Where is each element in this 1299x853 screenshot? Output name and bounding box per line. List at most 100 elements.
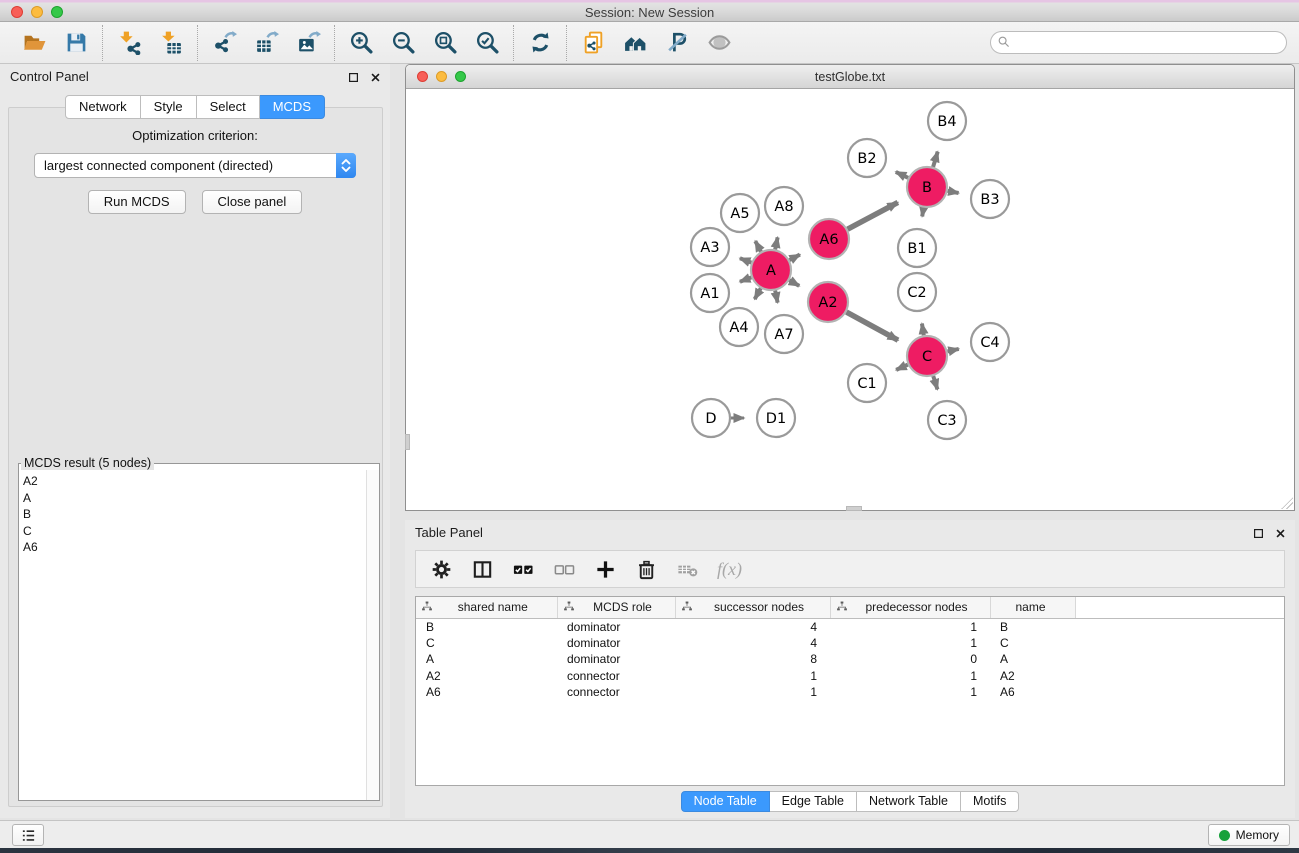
- tab-select[interactable]: Select: [197, 95, 260, 119]
- node-B2[interactable]: B2: [848, 139, 886, 177]
- table-cell[interactable]: 8: [675, 651, 830, 668]
- save-floppy-button[interactable]: [61, 28, 91, 58]
- edge-C-C1[interactable]: [896, 365, 908, 370]
- node-B[interactable]: B: [907, 167, 947, 207]
- import-network-button[interactable]: [114, 28, 144, 58]
- log-console-button[interactable]: [12, 824, 44, 846]
- network-vertical-scroll-thumb[interactable]: [405, 434, 410, 450]
- table-cell[interactable]: 1: [830, 668, 990, 685]
- zoom-out-button[interactable]: [388, 28, 418, 58]
- import-table-button[interactable]: [156, 28, 186, 58]
- node-B3[interactable]: B3: [971, 180, 1009, 218]
- mcds-result-item[interactable]: B: [23, 506, 366, 523]
- hide-graphics-details-button[interactable]: [662, 28, 692, 58]
- tab-style[interactable]: Style: [141, 95, 197, 119]
- node-A3[interactable]: A3: [691, 228, 729, 266]
- node-C[interactable]: C: [907, 336, 947, 376]
- float-panel-icon[interactable]: [1253, 526, 1264, 544]
- edge-B-B1[interactable]: [922, 208, 923, 217]
- table-cell[interactable]: 1: [830, 618, 990, 635]
- table-row[interactable]: Adominator80A: [416, 651, 1284, 668]
- edge-A-A5[interactable]: [755, 241, 761, 251]
- table-cell[interactable]: 1: [675, 684, 830, 701]
- zoom-selected-button[interactable]: [472, 28, 502, 58]
- tab-edge-table[interactable]: Edge Table: [770, 791, 857, 812]
- mcds-result-item[interactable]: A2: [23, 473, 366, 490]
- node-A[interactable]: A: [751, 250, 791, 290]
- node-B4[interactable]: B4: [928, 102, 966, 140]
- column-header-shared-name[interactable]: shared name: [416, 597, 557, 618]
- select-all-button[interactable]: [510, 556, 536, 582]
- table-cell[interactable]: 0: [830, 651, 990, 668]
- edge-A-A7[interactable]: [775, 291, 777, 303]
- edge-A-A2[interactable]: [789, 280, 799, 286]
- eye-button[interactable]: [704, 28, 734, 58]
- table-cell[interactable]: C: [990, 635, 1075, 652]
- optimization-criterion-select[interactable]: largest connected component (directed): [34, 153, 356, 178]
- delete-row-button[interactable]: [633, 556, 659, 582]
- table-cell[interactable]: 4: [675, 618, 830, 635]
- table-cell[interactable]: A6: [416, 684, 557, 701]
- table-cell[interactable]: 1: [675, 668, 830, 685]
- column-header-MCDS-role[interactable]: MCDS role: [557, 597, 675, 618]
- node-D[interactable]: D: [692, 399, 730, 437]
- edge-A2-C[interactable]: [846, 312, 898, 340]
- edge-A-A4[interactable]: [755, 288, 761, 299]
- columns-button[interactable]: [469, 556, 495, 582]
- table-cell[interactable]: C: [416, 635, 557, 652]
- mcds-result-list[interactable]: A2ABCA6: [19, 472, 366, 800]
- table-row[interactable]: Bdominator41B: [416, 618, 1284, 635]
- settings-button[interactable]: [428, 556, 454, 582]
- node-A1[interactable]: A1: [691, 274, 729, 312]
- table-cell[interactable]: connector: [557, 668, 675, 685]
- table-cell[interactable]: dominator: [557, 635, 675, 652]
- refresh-button[interactable]: [525, 28, 555, 58]
- table-cell[interactable]: A: [990, 651, 1075, 668]
- mcds-result-item[interactable]: A: [23, 490, 366, 507]
- node-A7[interactable]: A7: [765, 315, 803, 353]
- tab-motifs[interactable]: Motifs: [961, 791, 1019, 812]
- node-C1[interactable]: C1: [848, 364, 886, 402]
- mcds-result-scrollbar[interactable]: [366, 470, 379, 800]
- tab-node-table[interactable]: Node Table: [681, 791, 770, 812]
- zoom-fit-button[interactable]: [430, 28, 460, 58]
- table-cell[interactable]: A: [416, 651, 557, 668]
- edge-C-C2[interactable]: [922, 324, 924, 336]
- float-panel-icon[interactable]: [348, 70, 359, 88]
- zoom-in-button[interactable]: [346, 28, 376, 58]
- node-A2[interactable]: A2: [808, 282, 848, 322]
- node-A8[interactable]: A8: [765, 187, 803, 225]
- table-cell[interactable]: B: [990, 618, 1075, 635]
- table-cell[interactable]: dominator: [557, 651, 675, 668]
- edge-B-B3[interactable]: [948, 191, 959, 193]
- table-cell[interactable]: 1: [830, 635, 990, 652]
- column-header-predecessor-nodes[interactable]: predecessor nodes: [830, 597, 990, 618]
- mcds-result-item[interactable]: A6: [23, 539, 366, 556]
- export-image-button[interactable]: [293, 28, 323, 58]
- edge-B-B2[interactable]: [896, 172, 908, 178]
- table-cell[interactable]: 4: [675, 635, 830, 652]
- edge-C-C3[interactable]: [933, 376, 937, 389]
- tab-mcds[interactable]: MCDS: [260, 95, 325, 119]
- search-input[interactable]: [990, 31, 1287, 54]
- node-D1[interactable]: D1: [757, 399, 795, 437]
- table-row[interactable]: A2connector11A2: [416, 668, 1284, 685]
- node-A6[interactable]: A6: [809, 219, 849, 259]
- table-cell[interactable]: A2: [416, 668, 557, 685]
- network-horizontal-scroll-thumb[interactable]: [846, 506, 862, 511]
- column-header-successor-nodes[interactable]: successor nodes: [675, 597, 830, 618]
- double-house-button[interactable]: [620, 28, 650, 58]
- memory-button[interactable]: Memory: [1208, 824, 1290, 846]
- table-row[interactable]: Cdominator41C: [416, 635, 1284, 652]
- close-panel-icon[interactable]: [370, 70, 381, 88]
- close-panel-button[interactable]: Close panel: [202, 190, 303, 214]
- network-canvas[interactable]: AA1A2A3A4A5A6A7A8BB1B2B3B4CC1C2C3C4DD1: [406, 89, 1294, 510]
- table-cell[interactable]: connector: [557, 684, 675, 701]
- node-C4[interactable]: C4: [971, 323, 1009, 361]
- run-mcds-button[interactable]: Run MCDS: [88, 190, 186, 214]
- edge-A6-B[interactable]: [848, 202, 898, 229]
- tab-network[interactable]: Network: [65, 95, 141, 119]
- edge-A-A8[interactable]: [775, 237, 777, 249]
- deselect-all-button[interactable]: [551, 556, 577, 582]
- network-from-selection-button[interactable]: [578, 28, 608, 58]
